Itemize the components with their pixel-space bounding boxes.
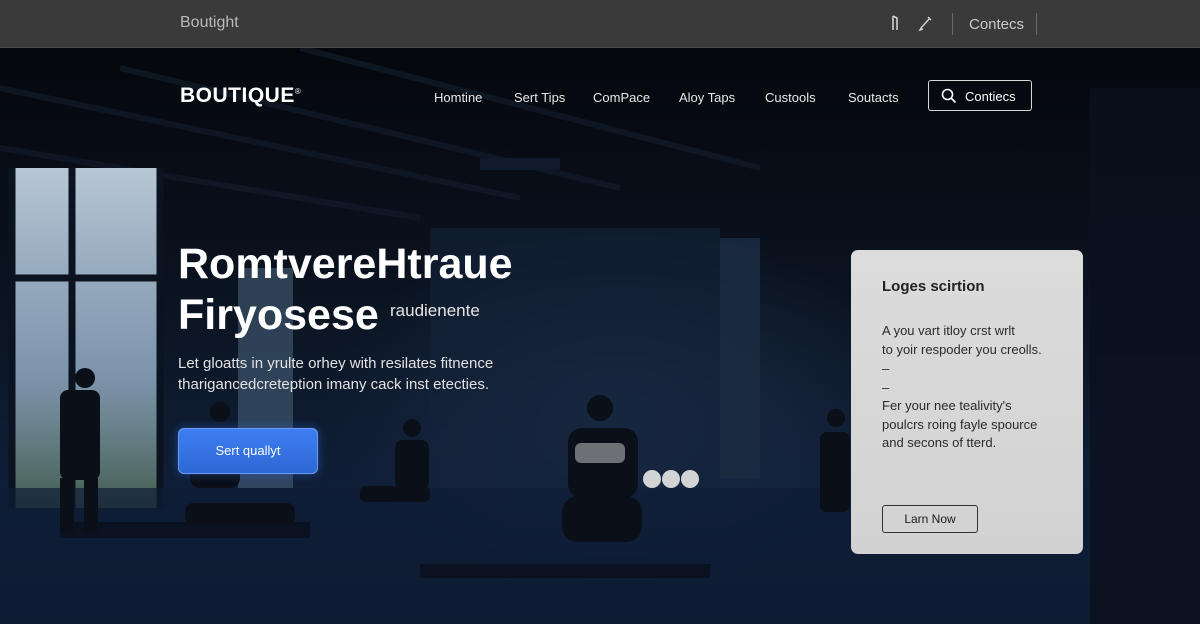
topbar-divider bbox=[952, 13, 953, 35]
card-title: Loges scirtion bbox=[882, 278, 985, 295]
nav-item-tools[interactable]: Custools bbox=[765, 90, 816, 105]
hero-subtitle-line1: Let gloatts in yrulte orhey with resilat… bbox=[178, 355, 494, 372]
hero-cta-button[interactable]: Sert quallyt bbox=[178, 428, 318, 474]
card-text-line: and secons of tterd. bbox=[882, 435, 997, 450]
logo-text: BOUTIQUE bbox=[180, 84, 295, 107]
nav-item-compare[interactable]: ComPace bbox=[593, 90, 650, 105]
nav-item-taps[interactable]: Aloy Taps bbox=[679, 90, 735, 105]
nav-item-home[interactable]: Homtine bbox=[434, 90, 482, 105]
nav-item-tips[interactable]: Sert Tips bbox=[514, 90, 565, 105]
search-icon bbox=[941, 88, 957, 107]
hero-title-line2: Firyosese bbox=[178, 291, 379, 339]
card-text-line: A you vart itloy crst wrlt bbox=[882, 323, 1015, 338]
top-bar: Boutight Contecs bbox=[0, 0, 1200, 48]
topbar-brand[interactable]: Boutight bbox=[180, 14, 239, 32]
contacts-button-label: Contiecs bbox=[965, 89, 1016, 104]
card-text-line: Fer your nee tealivity's bbox=[882, 398, 1012, 413]
contacts-search-button[interactable]: Contiecs bbox=[928, 80, 1032, 111]
hero-title-suffix: raudienente bbox=[390, 301, 480, 320]
hero-subtitle-line2: tharigancedcreteption imany cack inst et… bbox=[178, 376, 489, 393]
card-text-line: – bbox=[882, 380, 890, 395]
brand-logo[interactable]: BOUTIQUE® bbox=[180, 84, 301, 108]
hero-section: BOUTIQUE® Homtine Sert Tips ComPace Aloy… bbox=[0, 48, 1200, 624]
learn-now-button[interactable]: Larn Now bbox=[882, 505, 978, 533]
edit-icon[interactable] bbox=[918, 14, 934, 32]
pin-icon[interactable] bbox=[888, 14, 904, 32]
nav-item-contacts[interactable]: Soutacts bbox=[848, 90, 899, 105]
card-text-line: to yoir respoder you creolls. bbox=[882, 342, 1042, 357]
hero-title-line1: RomtvereHtraue bbox=[178, 240, 513, 288]
topbar-contacts-link[interactable]: Contecs bbox=[969, 16, 1024, 33]
info-card: Loges scirtion A you vart itloy crst wrl… bbox=[851, 250, 1083, 554]
card-text-line: poulcrs roing fayle spource bbox=[882, 417, 1038, 432]
card-text-line: – bbox=[882, 361, 890, 376]
topbar-divider bbox=[1036, 13, 1037, 35]
logo-trademark: ® bbox=[294, 87, 302, 96]
